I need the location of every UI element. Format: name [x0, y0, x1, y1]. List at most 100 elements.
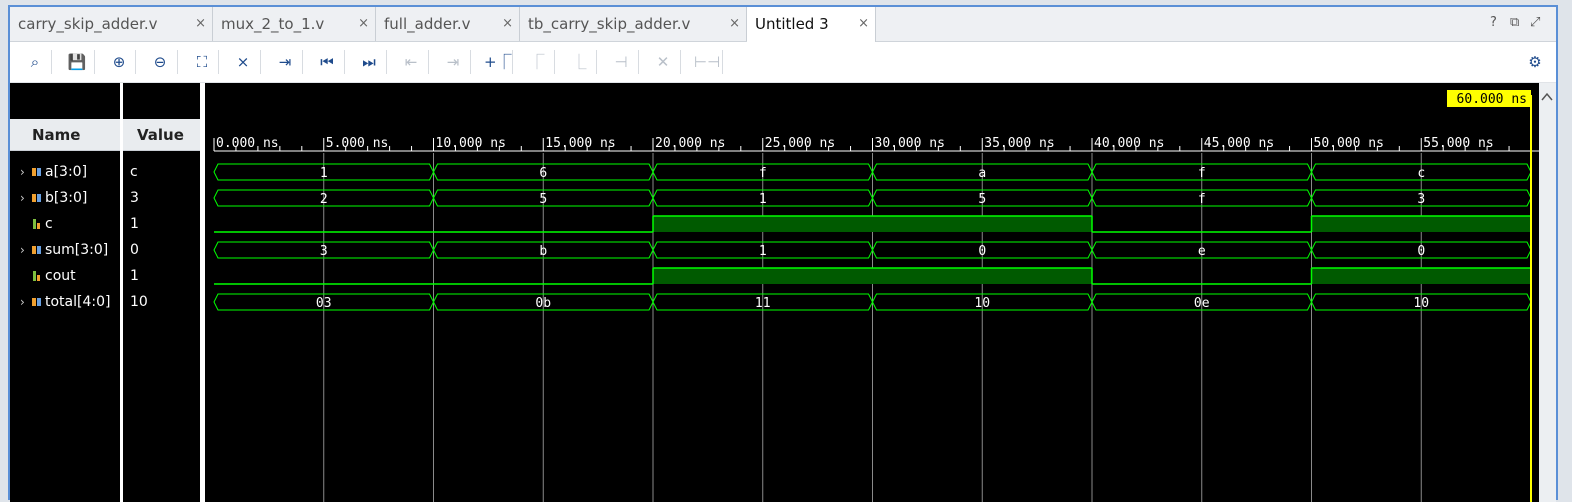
close-icon[interactable]: ×	[195, 7, 206, 41]
gear-icon[interactable]: ⚙	[1524, 51, 1546, 73]
toolbar-separator	[470, 50, 471, 74]
toolbar-separator	[344, 50, 345, 74]
tab-mux-2-to-1[interactable]: mux_2_to_1.v ×	[213, 7, 376, 41]
zoom-fit-icon[interactable]: ⛶	[191, 51, 213, 73]
bus-value-label: f	[1198, 166, 1206, 181]
swap-cursors-icon[interactable]: ⊣	[610, 51, 632, 73]
waveform-area: Name › a[3:0] › b[3:0] c › sum[3:0] cout › total[…	[10, 83, 1556, 502]
signal-value: 0	[130, 242, 139, 258]
previous-transition-icon[interactable]: ⇤	[400, 51, 422, 73]
waveform-toolbar: ⌕ 💾 ⊕ ⊖ ⛶ ⨯ ⇥ ⏮ ⏭ ⇤ ⇥ +⎾ ⎾ ⎿ ⊣ ✕ ⊢⊣ ⚙	[10, 42, 1556, 83]
close-icon[interactable]: ×	[358, 7, 369, 41]
bus-signal-icon	[32, 238, 42, 254]
close-icon[interactable]: ×	[858, 7, 869, 41]
save-icon[interactable]: 💾	[66, 51, 88, 73]
restore-icon[interactable]: ⧉	[1510, 15, 1519, 30]
value-column-header[interactable]: Value	[123, 119, 200, 151]
bus-value-label: 0	[978, 244, 986, 259]
signal-name: b[3:0]	[45, 190, 88, 206]
delete-marker-icon[interactable]: ✕	[652, 51, 674, 73]
previous-marker-icon[interactable]: ⎾	[526, 51, 548, 73]
tab-carry-skip-adder[interactable]: carry_skip_adder.v ×	[10, 7, 213, 41]
close-icon[interactable]: ×	[729, 7, 740, 41]
add-marker-icon[interactable]: +⎾	[484, 51, 512, 73]
bus-value-label: 10	[1413, 296, 1429, 311]
cursor-time-label: 60.000 ns	[1457, 92, 1527, 107]
value-column: Value c 3 1 0 1 10	[123, 83, 200, 502]
signal-name: sum[3:0]	[45, 242, 109, 258]
name-column-header[interactable]: Name	[10, 119, 120, 151]
time-tick-label: 40.000 ns	[1094, 136, 1164, 151]
next-transition-icon[interactable]: ⇥	[442, 51, 464, 73]
bus-value-label: 5	[539, 192, 547, 207]
bus-value-label: 0b	[535, 296, 551, 311]
bus-value-label: 03	[316, 296, 332, 311]
bus-value-label: 1	[759, 244, 767, 259]
cursor-snap-icon[interactable]: ⨯	[232, 51, 254, 73]
signal-name-row[interactable]: › b[3:0]	[20, 185, 120, 211]
toolbar-separator	[218, 50, 219, 74]
signal-name: cout	[45, 268, 76, 284]
zoom-out-icon[interactable]: ⊖	[149, 51, 171, 73]
measure-icon[interactable]: ⊢⊣	[694, 51, 720, 73]
tab-label: full_adder.v	[384, 15, 471, 33]
signal-name: total[4:0]	[45, 294, 111, 310]
search-icon[interactable]: ⌕	[24, 51, 46, 73]
go-to-start-icon[interactable]: ⏮	[316, 51, 338, 73]
chevron-right-icon[interactable]: ›	[20, 159, 32, 185]
bus-value-label: 10	[974, 296, 990, 311]
zoom-in-icon[interactable]: ⊕	[108, 51, 130, 73]
bit-signal-icon	[32, 212, 42, 229]
bus-value-label: 6	[539, 166, 547, 181]
bit-signal-icon	[32, 264, 42, 281]
toolbar-separator	[596, 50, 597, 74]
toolbar-separator	[386, 50, 387, 74]
time-tick-label: 15.000 ns	[545, 136, 615, 151]
bus-value-label: e	[1198, 244, 1206, 259]
bus-value-label: a	[978, 166, 986, 181]
toolbar-separator	[638, 50, 639, 74]
next-marker-icon[interactable]: ⎿	[568, 51, 590, 73]
chevron-right-icon[interactable]: ›	[20, 185, 32, 211]
bus-value-label: 3	[1417, 192, 1425, 207]
time-tick-label: 50.000 ns	[1314, 136, 1384, 151]
bus-value-label: 2	[320, 192, 328, 207]
go-to-time-zero-icon[interactable]: ⇥	[274, 51, 296, 73]
bus-value-label: 0	[1417, 244, 1425, 259]
help-icon[interactable]: ?	[1490, 15, 1497, 30]
bus-value-label: f	[759, 166, 767, 181]
signal-name-row[interactable]: › total[4:0]	[20, 289, 120, 315]
bus-value-label: f	[1198, 192, 1206, 207]
bus-value-label: 0e	[1194, 296, 1210, 311]
toolbar-separator	[512, 50, 513, 74]
time-tick-label: 5.000 ns	[326, 136, 389, 151]
tab-untitled-3[interactable]: Untitled 3 ×	[747, 7, 876, 42]
toolbar-separator	[428, 50, 429, 74]
maximize-icon[interactable]: ⤢	[1530, 15, 1540, 30]
time-tick-label: 10.000 ns	[436, 136, 506, 151]
tab-full-adder[interactable]: full_adder.v ×	[376, 7, 520, 41]
signal-name-row[interactable]: c	[20, 211, 120, 237]
vertical-scrollbar[interactable]	[1539, 83, 1556, 502]
signal-value: 1	[130, 268, 139, 284]
signal-value: 1	[130, 216, 139, 232]
toolbar-separator	[680, 50, 681, 74]
tab-tb-carry-skip-adder[interactable]: tb_carry_skip_adder.v ×	[520, 7, 747, 41]
signal-name-row[interactable]: › a[3:0]	[20, 159, 120, 185]
signal-name-row[interactable]: › sum[3:0]	[20, 237, 120, 263]
time-tick-label: 30.000 ns	[875, 136, 945, 151]
tab-label: Untitled 3	[755, 15, 829, 33]
toolbar-separator	[177, 50, 178, 74]
toolbar-separator	[94, 50, 95, 74]
signal-name: a[3:0]	[45, 164, 88, 180]
close-icon[interactable]: ×	[502, 7, 513, 41]
signal-value: 3	[130, 190, 139, 206]
signal-name-row[interactable]: cout	[20, 263, 120, 289]
time-tick-label: 0.000 ns	[216, 136, 279, 151]
go-to-end-icon[interactable]: ⏭	[358, 51, 380, 73]
bus-value-label: c	[1417, 166, 1425, 181]
name-column: Name › a[3:0] › b[3:0] c › sum[3:0] cout › total[…	[10, 83, 120, 502]
waveform-canvas[interactable]: 0.000 ns 5.000 ns 10.000 ns 15.000 ns 20.000…	[205, 83, 1556, 502]
chevron-right-icon[interactable]: ›	[20, 237, 32, 263]
chevron-right-icon[interactable]: ›	[20, 289, 32, 315]
